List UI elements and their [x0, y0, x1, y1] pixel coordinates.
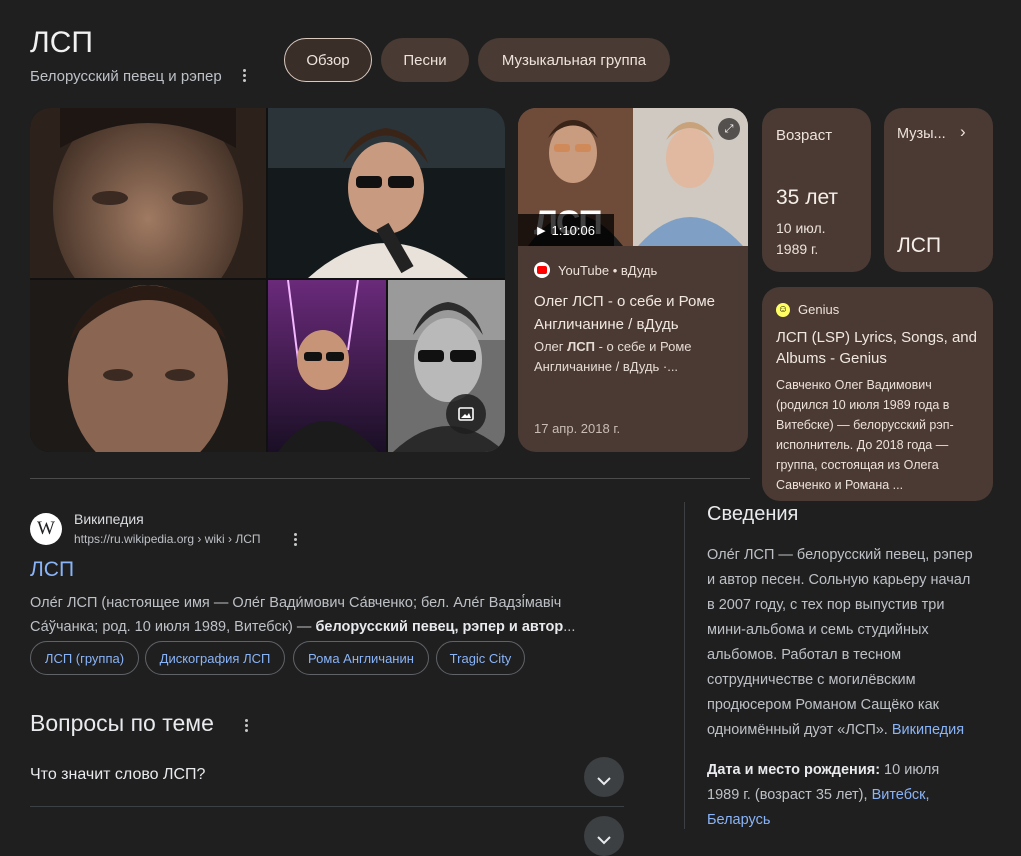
birth-info-line2: 1989 г. (возраст 35 лет), Витебск,: [707, 783, 982, 808]
faq-title: Вопросы по теме: [30, 710, 214, 736]
tab-music-group[interactable]: Музыкальная группа: [478, 38, 670, 82]
genius-icon: ☺: [776, 302, 790, 317]
birth-city-link[interactable]: Витебск,: [872, 787, 930, 803]
wiki-snippet-line2: Са́ўчанка; род. 10 июля 1989, Витебск) —…: [30, 615, 650, 639]
info-line: альбомов. Работал в тесном: [707, 647, 902, 663]
genius-title[interactable]: ЛСП (LSP) Lyrics, Songs, and Albums - Ge…: [776, 327, 986, 369]
genius-source-label: Genius: [798, 302, 840, 317]
info-line-last: одноимённый дуэт «ЛСП». Википедия: [707, 718, 982, 743]
video-title[interactable]: Олег ЛСП - о себе и Роме Англичанине / в…: [534, 290, 738, 336]
genius-source: ☺ Genius: [776, 302, 839, 317]
video-date: 17 апр. 2018 г.: [534, 421, 621, 436]
entity-subtitle: Белорусский певец и рэпер: [30, 68, 222, 85]
video-source-label: YouTube • вДудь: [558, 262, 658, 278]
section-divider: [30, 478, 750, 479]
birth-value-2: 1989 г. (возраст 35 лет),: [707, 787, 872, 803]
info-line: и автор песен. Сольную карьеру начал: [707, 572, 971, 588]
pill-tragic-city-label: Tragic City: [449, 650, 512, 666]
video-snippet: Олег ЛСП - о себе и Роме Англичанине / в…: [534, 337, 734, 377]
video-source: YouTube • вДудь: [534, 262, 657, 278]
wiki-url[interactable]: https://ru.wikipedia.org › wiki › ЛСП: [74, 532, 261, 546]
pill-roma-anglichanin[interactable]: Рома Англичанин: [293, 641, 429, 675]
image-icon: [458, 407, 474, 421]
pill-lsp-group-label: ЛСП (группа): [44, 650, 125, 666]
tab-songs-label: Песни: [403, 51, 447, 69]
photo-singing-mic[interactable]: [268, 108, 505, 278]
music-group-card[interactable]: Музы... › ЛСП: [884, 108, 993, 272]
info-line: сотрудничестве с могилёвским: [707, 672, 916, 688]
more-options-icon[interactable]: [236, 66, 252, 84]
wiki-snippet-ellipsis: ...: [563, 619, 576, 635]
genius-snippet: Савченко Олег Вадимович (родился 10 июля…: [776, 378, 954, 492]
wiki-snippet-line1: Оле́г ЛСП (настоящее имя — Оле́г Вади́мо…: [30, 595, 562, 611]
wiki-snippet-bold: белорусский певец, рэпер и автор: [315, 619, 564, 635]
tab-overview[interactable]: Обзор: [284, 38, 372, 82]
birth-value-1: 10 июля: [880, 762, 940, 778]
wiki-title-link[interactable]: ЛСП: [30, 558, 74, 582]
birth-date-line1: 10 июл.: [776, 220, 826, 236]
faq-question[interactable]: Что значит слово ЛСП?: [30, 766, 205, 784]
photo-bw-sunglasses[interactable]: [388, 280, 505, 452]
age-label: Возраст: [776, 127, 833, 144]
faq-more-icon[interactable]: [238, 716, 254, 734]
chevron-down-icon: [597, 832, 611, 844]
tab-music-group-label: Музыкальная группа: [501, 51, 647, 69]
chevron-down-icon: [597, 773, 611, 785]
pill-discography[interactable]: Дискография ЛСП: [145, 641, 285, 675]
youtube-icon: [534, 262, 550, 278]
info-line: мини-альбома и семь студийных: [707, 622, 929, 638]
video-card[interactable]: ЛСП ▶ 1:10:06 ⤢ YouTube • вДудь Олег ЛСП…: [518, 108, 748, 452]
panel-divider: [684, 502, 685, 829]
more-images-button[interactable]: [446, 394, 486, 434]
pill-roma-label: Рома Англичанин: [308, 650, 414, 666]
entity-title: ЛСП: [30, 26, 93, 59]
photo-portrait-1[interactable]: [30, 108, 266, 278]
info-source-link[interactable]: Википедия: [892, 722, 964, 738]
birth-date-line2: 1989 г.: [776, 241, 819, 257]
birth-label: Дата и место рождения:: [707, 762, 881, 778]
wiki-snippet: Оле́г ЛСП (настоящее имя — Оле́г Вади́мо…: [30, 591, 650, 639]
info-line: в 2007 году, с тех пор выпустив три: [707, 597, 945, 613]
music-group-label: Музы...: [897, 126, 946, 142]
photo-concert-lights[interactable]: [268, 280, 386, 452]
faq-expand-button[interactable]: [584, 757, 624, 797]
info-title: Сведения: [707, 503, 799, 525]
result-more-icon[interactable]: [287, 530, 303, 548]
genius-card[interactable]: ☺ Genius ЛСП (LSP) Lyrics, Songs, and Al…: [762, 287, 993, 501]
info-line: Оле́г ЛСП — белорусский певец, рэпер: [707, 547, 973, 563]
info-description: Оле́г ЛСП — белорусский певец, рэпер и а…: [707, 543, 982, 833]
age-card[interactable]: Возраст 35 лет 10 июл. 1989 г.: [762, 108, 871, 272]
photo-portrait-2[interactable]: [30, 280, 266, 452]
faq-expand-button-2[interactable]: [584, 816, 624, 856]
pill-discography-label: Дискография ЛСП: [159, 650, 271, 666]
birth-date: 10 июл. 1989 г.: [776, 218, 826, 260]
pill-lsp-group[interactable]: ЛСП (группа): [30, 641, 139, 675]
expand-icon[interactable]: ⤢: [718, 118, 740, 140]
info-line: одноимённый дуэт «ЛСП».: [707, 722, 888, 738]
age-value: 35 лет: [776, 186, 839, 209]
video-snippet-pre: Олег: [534, 339, 568, 354]
info-line: продюсером Романом Сащёко как: [707, 697, 939, 713]
tab-songs[interactable]: Песни: [381, 38, 469, 82]
pill-tragic-city[interactable]: Tragic City: [436, 641, 525, 675]
wiki-snippet-line2-pre: Са́ўчанка; род. 10 июля 1989, Витебск) —: [30, 619, 316, 635]
music-group-value: ЛСП: [897, 234, 942, 257]
video-duration: 1:10:06: [551, 222, 595, 238]
wiki-site-name[interactable]: Википедия: [74, 511, 144, 527]
birth-country-link[interactable]: Беларусь: [707, 808, 982, 833]
play-icon: ▶: [537, 224, 546, 237]
chevron-right-icon: ›: [960, 122, 966, 141]
faq-divider: [30, 806, 624, 807]
wikipedia-logo[interactable]: W: [30, 513, 62, 545]
video-duration-badge: ▶ 1:10:06: [518, 214, 614, 246]
video-snippet-bold: ЛСП: [567, 339, 595, 354]
tab-overview-label: Обзор: [306, 51, 350, 69]
birth-info: Дата и место рождения: 10 июля: [707, 758, 982, 783]
image-collage[interactable]: [30, 108, 505, 452]
